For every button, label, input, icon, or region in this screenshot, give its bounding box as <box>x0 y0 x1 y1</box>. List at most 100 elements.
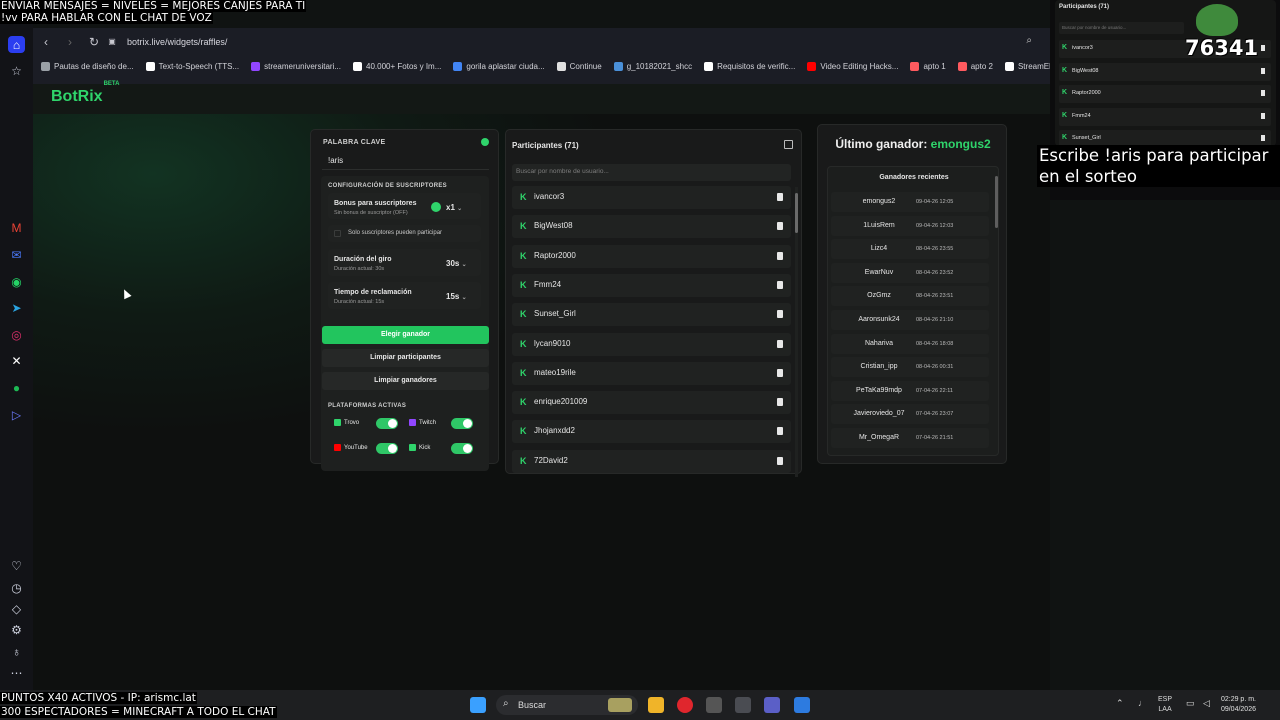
kick-icon: K <box>1062 66 1068 74</box>
pick-winner-button[interactable]: Elegir ganador <box>322 326 489 344</box>
more-icon[interactable]: ⋯ <box>8 664 25 681</box>
kick-icon <box>409 444 416 451</box>
platform-toggle[interactable] <box>376 443 398 454</box>
bookmark-item[interactable]: Video Editing Hacks... <box>807 61 898 71</box>
home-icon[interactable]: ⌂ <box>8 36 25 53</box>
trash-icon[interactable] <box>1261 112 1265 119</box>
store-icon[interactable] <box>794 697 810 713</box>
file-explorer-icon[interactable] <box>648 697 664 713</box>
lang-line1: ESP <box>1158 696 1173 703</box>
copy-icon[interactable] <box>784 140 793 149</box>
volume-icon[interactable]: ◁ <box>1203 698 1210 709</box>
bookmark-item[interactable]: StreamElements <box>1004 61 1050 71</box>
only-subs-row[interactable]: Solo suscriptores pueden participar <box>328 225 481 242</box>
forward-icon[interactable]: › <box>59 35 81 49</box>
bookmark-item[interactable]: streameruniversitari... <box>251 61 341 71</box>
x-icon[interactable]: ✕ <box>8 352 25 369</box>
lightbulb-icon[interactable]: ♁ <box>8 643 25 660</box>
microphone-icon[interactable]: ♩ <box>1138 698 1147 708</box>
platform-toggle[interactable] <box>376 418 398 429</box>
info-icon[interactable] <box>431 202 441 212</box>
trash-icon[interactable] <box>777 368 783 377</box>
mini-search[interactable]: Buscar por nombre de usuario... <box>1059 22 1184 34</box>
network-icon[interactable]: ▭ <box>1186 698 1195 709</box>
trash-icon[interactable] <box>777 456 783 465</box>
bookmark-item[interactable]: apto 2 <box>957 61 993 71</box>
keyword-input[interactable]: !aris <box>328 156 343 165</box>
opera-icon[interactable] <box>677 697 693 713</box>
config-panel: PALABRA CLAVE !aris CONFIGURACIÓN DE SUS… <box>310 129 499 473</box>
platform-youtube: YouTube <box>334 444 368 451</box>
platform-toggle[interactable] <box>451 443 473 454</box>
platform-toggle[interactable] <box>451 418 473 429</box>
bookmark-item[interactable]: Text-to-Speech (TTS... <box>145 61 239 71</box>
participants-search[interactable]: Buscar por nombre de usuario... <box>512 164 791 181</box>
kick-icon: K <box>520 250 527 261</box>
only-subs-checkbox[interactable] <box>334 230 341 237</box>
heart-icon[interactable]: ♡ <box>8 557 25 574</box>
bookmark-item[interactable]: g_10182021_shcc <box>613 61 692 71</box>
bookmark-item[interactable]: Requisitos de verific... <box>704 61 795 71</box>
spin-select[interactable]: 30s ⌄ <box>446 259 467 268</box>
bonus-row[interactable]: Bonus para suscriptores Sin bonus de sus… <box>328 193 481 219</box>
windows-start-icon[interactable] <box>470 697 486 713</box>
trash-icon[interactable] <box>1261 90 1265 96</box>
spotify-icon[interactable]: ● <box>8 379 25 396</box>
bonus-value: x1 <box>446 203 455 212</box>
search-icon[interactable]: ⌕ <box>1026 35 1032 46</box>
clear-participants-button[interactable]: Limpiar participantes <box>322 349 489 367</box>
trash-icon[interactable] <box>777 339 783 348</box>
telegram-icon[interactable]: ➤ <box>8 299 25 316</box>
app-icon[interactable] <box>735 697 751 713</box>
claim-select[interactable]: 15s ⌄ <box>446 292 467 301</box>
trash-icon[interactable] <box>1261 67 1265 74</box>
instagram-icon[interactable]: ◎ <box>8 326 25 343</box>
settings-icon[interactable]: ⚙ <box>8 621 25 638</box>
taskbar-clock[interactable]: 02:29 p. m. 09/04/2026 <box>1221 695 1256 715</box>
trash-icon[interactable] <box>777 251 783 260</box>
url-field[interactable]: botrix.live/widgets/raffles/ <box>127 37 227 47</box>
scrollbar-thumb[interactable] <box>995 176 998 228</box>
trash-icon[interactable] <box>777 193 783 201</box>
clear-winners-button[interactable]: Limpiar ganadores <box>322 372 489 390</box>
back-icon[interactable]: ‹ <box>35 35 57 49</box>
teams-icon[interactable] <box>764 697 780 713</box>
chevron-down-icon: ⌄ <box>461 262 467 268</box>
whatsapp-icon[interactable]: ◉ <box>8 273 25 290</box>
messenger-icon[interactable]: ✉ <box>8 246 25 263</box>
claim-time-row[interactable]: Tiempo de reclamación Duración actual: 1… <box>328 282 481 309</box>
bookmark-item[interactable]: 40.000+ Fotos y Im... <box>353 61 441 71</box>
trash-icon[interactable] <box>1261 45 1265 51</box>
trash-icon[interactable] <box>1261 135 1265 141</box>
trash-icon[interactable] <box>777 280 783 289</box>
trash-icon[interactable] <box>777 398 783 407</box>
bookmark-item[interactable]: gorila aplastar ciuda... <box>453 61 545 71</box>
bookmark-item[interactable]: Continue <box>556 61 602 71</box>
app-icon[interactable] <box>706 697 722 713</box>
bookmark-item[interactable]: Pautas de diseño de... <box>41 61 134 71</box>
info-icon[interactable] <box>481 138 489 146</box>
kick-icon: K <box>520 338 527 349</box>
bonus-select[interactable]: x1 ⌄ <box>446 203 462 212</box>
participant-row: K Raptor2000 <box>512 244 791 268</box>
history-icon[interactable]: ◷ <box>8 579 25 596</box>
spin-duration-row[interactable]: Duración del giro Duración actual: 30s 3… <box>328 249 481 276</box>
claim-title: Tiempo de reclamación <box>334 289 412 296</box>
language-indicator[interactable]: ESP LAA <box>1158 695 1172 715</box>
taskbar-search[interactable]: ⌕ Buscar <box>496 695 638 715</box>
botrix-logo[interactable]: BotRixBETA <box>51 81 119 106</box>
chevron-up-icon[interactable]: ⌃ <box>1116 698 1124 709</box>
gmail-icon[interactable]: M <box>8 219 25 236</box>
claim-value: 15s <box>446 292 460 301</box>
box-icon[interactable]: ◇ <box>8 600 25 617</box>
reload-icon[interactable]: ↻ <box>83 35 105 49</box>
star-icon[interactable]: ☆ <box>8 62 25 79</box>
scrollbar-thumb[interactable] <box>795 193 798 233</box>
bookmark-icon <box>453 61 463 71</box>
trash-icon[interactable] <box>777 310 783 319</box>
bookmark-item[interactable]: apto 1 <box>910 61 946 71</box>
scrollbar[interactable] <box>795 187 798 477</box>
trash-icon[interactable] <box>777 427 783 436</box>
trash-icon[interactable] <box>777 222 783 231</box>
player-icon[interactable]: ▷ <box>8 406 25 423</box>
